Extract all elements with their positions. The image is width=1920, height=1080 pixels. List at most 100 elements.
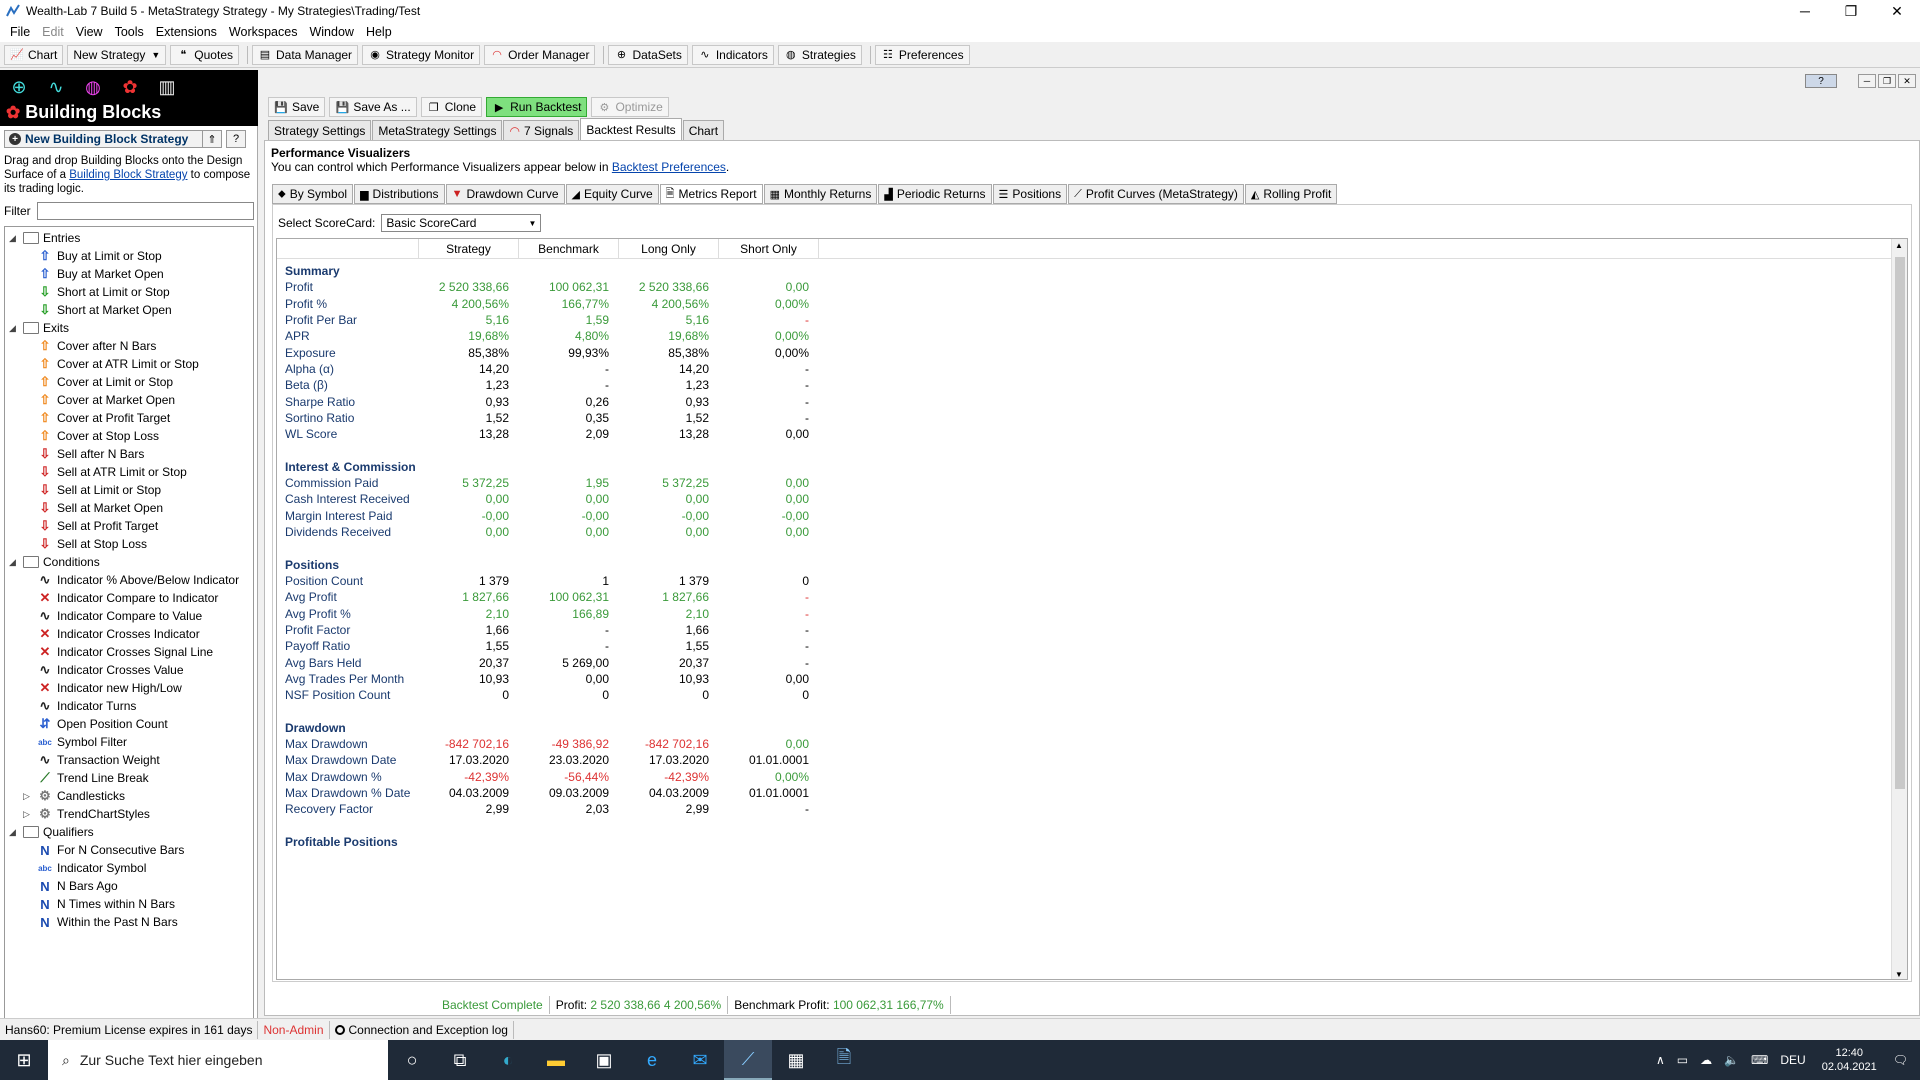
tree-folder-qualifiers[interactable]: ◢ Qualifiers bbox=[9, 823, 94, 841]
tree-item[interactable]: ⇩ Sell at Stop Loss bbox=[23, 535, 148, 553]
tree-item[interactable]: N N Bars Ago bbox=[23, 877, 117, 895]
tab-strategy-settings[interactable]: Strategy Settings bbox=[268, 120, 372, 140]
scroll-up-icon[interactable]: ▲ bbox=[1895, 241, 1903, 250]
mdi-restore-button[interactable]: ❐ bbox=[1878, 74, 1896, 88]
preferences-button[interactable]: ☷ Preferences bbox=[874, 44, 970, 65]
tree-item[interactable]: ⇩ Sell after N Bars bbox=[23, 445, 145, 463]
expand-icon[interactable]: ◢ bbox=[9, 557, 19, 568]
tree-item[interactable]: N N Times within N Bars bbox=[23, 895, 175, 913]
close-button[interactable]: ✕ bbox=[1874, 0, 1920, 22]
tree-item[interactable]: ⇩ Sell at Market Open bbox=[23, 499, 164, 517]
chevron-up-icon[interactable]: ∧ bbox=[1656, 1053, 1665, 1067]
tree-item[interactable]: abc Indicator Symbol bbox=[23, 859, 146, 877]
scroll-down-icon[interactable]: ▼ bbox=[1895, 970, 1903, 979]
collapse-button[interactable]: ⇑ bbox=[202, 130, 222, 148]
data-manager-button[interactable]: ▤ Data Manager bbox=[252, 44, 359, 65]
globe-icon[interactable]: ⊕ bbox=[6, 76, 32, 98]
menu-workspaces[interactable]: Workspaces bbox=[223, 25, 304, 39]
menu-file[interactable]: File bbox=[4, 25, 36, 39]
expand-icon[interactable]: ▷ bbox=[23, 809, 33, 820]
indicators-button[interactable]: ∿ Indicators bbox=[691, 44, 774, 65]
task-view-icon[interactable]: ⧉ bbox=[436, 1040, 484, 1080]
cloud-icon[interactable]: ☁ bbox=[1700, 1053, 1712, 1067]
quotes-button[interactable]: ❝ Quotes bbox=[170, 44, 239, 65]
tab-by-symbol[interactable]: ⬥ By Symbol bbox=[272, 184, 354, 204]
tab-backtest-results[interactable]: Backtest Results bbox=[580, 118, 682, 140]
tree-item[interactable]: N For N Consecutive Bars bbox=[23, 841, 184, 859]
run-backtest-button[interactable]: ▶ Run Backtest bbox=[486, 97, 588, 117]
strategies-button[interactable]: ◍ Strategies bbox=[777, 44, 862, 65]
tree-item[interactable]: ✕ Indicator new High/Low bbox=[23, 679, 182, 697]
file-explorer-icon[interactable]: ▬ bbox=[532, 1040, 580, 1080]
volume-icon[interactable]: 🔈 bbox=[1724, 1053, 1739, 1067]
menu-edit[interactable]: Edit bbox=[36, 25, 70, 39]
cortana-icon[interactable]: ○ bbox=[388, 1040, 436, 1080]
tree-item[interactable]: ⇧ Cover at Market Open bbox=[23, 391, 176, 409]
save-button[interactable]: 💾 Save bbox=[268, 97, 326, 117]
tree-item[interactable]: N Within the Past N Bars bbox=[23, 913, 177, 931]
tree-item[interactable]: ⇧ Buy at Limit or Stop bbox=[23, 247, 162, 265]
filter-input[interactable] bbox=[36, 202, 254, 220]
tab-periodic-returns[interactable]: ▟ Periodic Returns bbox=[878, 184, 992, 204]
tree-item[interactable]: abc Symbol Filter bbox=[23, 733, 127, 751]
tab-equity-curve[interactable]: ◢ Equity Curve bbox=[565, 184, 659, 204]
tree-item[interactable]: ⟋ Trend Line Break bbox=[23, 769, 148, 787]
help-button[interactable]: ? bbox=[226, 130, 246, 148]
order-manager-button[interactable]: ◠ Order Manager bbox=[484, 44, 596, 65]
vertical-scrollbar[interactable]: ▲ ▼ bbox=[1891, 239, 1907, 979]
tree-item[interactable]: ✕ Indicator Compare to Indicator bbox=[23, 589, 219, 607]
building-block-strategy-link[interactable]: Building Block Strategy bbox=[69, 169, 187, 181]
expand-icon[interactable]: ◢ bbox=[9, 233, 19, 244]
tree-item[interactable]: ∿ Indicator Turns bbox=[23, 697, 137, 715]
taskbar-search[interactable]: ⌕ Zur Suche Text hier eingeben bbox=[48, 1040, 388, 1080]
tree-item[interactable]: ⇧ Buy at Market Open bbox=[23, 265, 164, 283]
wealth-lab-taskbar-icon[interactable]: ⟋ bbox=[724, 1040, 772, 1080]
tree-folder-exits[interactable]: ◢ Exits bbox=[9, 319, 69, 337]
optimize-button[interactable]: ⚙ Optimize bbox=[591, 97, 669, 117]
tree-item[interactable]: ∿ Transaction Weight bbox=[23, 751, 160, 769]
tree-item[interactable]: ✕ Indicator Crosses Signal Line bbox=[23, 643, 214, 661]
tree-item[interactable]: ∿ Indicator Crosses Value bbox=[23, 661, 184, 679]
tree-item[interactable]: ⇧ Cover at ATR Limit or Stop bbox=[23, 355, 199, 373]
language-indicator[interactable]: DEU bbox=[1780, 1053, 1805, 1067]
tab-drawdown-curve[interactable]: ▼ Drawdown Curve bbox=[445, 184, 565, 204]
menu-extensions[interactable]: Extensions bbox=[150, 25, 223, 39]
tab-rolling-profit[interactable]: ◭ Rolling Profit bbox=[1244, 184, 1338, 204]
datasets-button[interactable]: ⊕ DataSets bbox=[608, 44, 688, 65]
header-short-only[interactable]: Short Only bbox=[719, 239, 819, 259]
tree-item[interactable]: ▷ ⚙ Candlesticks bbox=[23, 787, 125, 805]
header-benchmark[interactable]: Benchmark bbox=[519, 239, 619, 259]
strategy-monitor-button[interactable]: ◉ Strategy Monitor bbox=[362, 44, 481, 65]
tree-item[interactable]: ⇧ Cover after N Bars bbox=[23, 337, 157, 355]
mdi-close-button[interactable]: ✕ bbox=[1898, 74, 1916, 88]
mdi-minimize-button[interactable]: ─ bbox=[1858, 74, 1876, 88]
windows-start-icon[interactable]: ⊞ bbox=[0, 1040, 48, 1080]
header-strategy[interactable]: Strategy bbox=[419, 239, 519, 259]
notification-icon[interactable]: 🗨 bbox=[1893, 1053, 1908, 1067]
save-as-button[interactable]: 💾 Save As ... bbox=[329, 97, 417, 117]
expand-icon[interactable]: ◢ bbox=[9, 827, 19, 838]
menu-help[interactable]: Help bbox=[360, 25, 398, 39]
tree-item[interactable]: ⇧ Cover at Limit or Stop bbox=[23, 373, 174, 391]
tab-chart[interactable]: Chart bbox=[682, 120, 725, 140]
tree-item[interactable]: ⇩ Sell at ATR Limit or Stop bbox=[23, 463, 187, 481]
tab-metastrategy-settings[interactable]: MetaStrategy Settings bbox=[372, 120, 503, 140]
tab-monthly-returns[interactable]: ▦ Monthly Returns bbox=[763, 184, 878, 204]
edge-icon[interactable]: ◐ bbox=[484, 1040, 532, 1080]
tab-metrics-report[interactable]: 🗎 Metrics Report bbox=[659, 184, 763, 204]
expand-icon[interactable]: ◢ bbox=[9, 323, 19, 334]
tree-item[interactable]: ▷ ⚙ TrendChartStyles bbox=[23, 805, 150, 823]
tree-item[interactable]: ⇩ Sell at Limit or Stop bbox=[23, 481, 162, 499]
tab-positions[interactable]: ☰ Positions bbox=[992, 184, 1068, 204]
connection-log[interactable]: Connection and Exception log bbox=[330, 1020, 514, 1039]
calculator-icon[interactable]: ▦ bbox=[772, 1040, 820, 1080]
tree-item[interactable]: ⇩ Short at Limit or Stop bbox=[23, 283, 170, 301]
clone-button[interactable]: ❐ Clone bbox=[420, 97, 483, 117]
new-building-block-strategy-button[interactable]: + New Building Block Strategy bbox=[4, 130, 212, 148]
chart-button[interactable]: 📈 Chart bbox=[4, 44, 64, 65]
expand-icon[interactable]: ▷ bbox=[23, 791, 33, 802]
backtest-preferences-link[interactable]: Backtest Preferences bbox=[612, 160, 726, 174]
tree-item[interactable]: ✕ Indicator Crosses Indicator bbox=[23, 625, 200, 643]
tree-item[interactable]: ∿ Indicator Compare to Value bbox=[23, 607, 203, 625]
tree-item[interactable]: ∿ Indicator % Above/Below Indicator bbox=[23, 571, 240, 589]
